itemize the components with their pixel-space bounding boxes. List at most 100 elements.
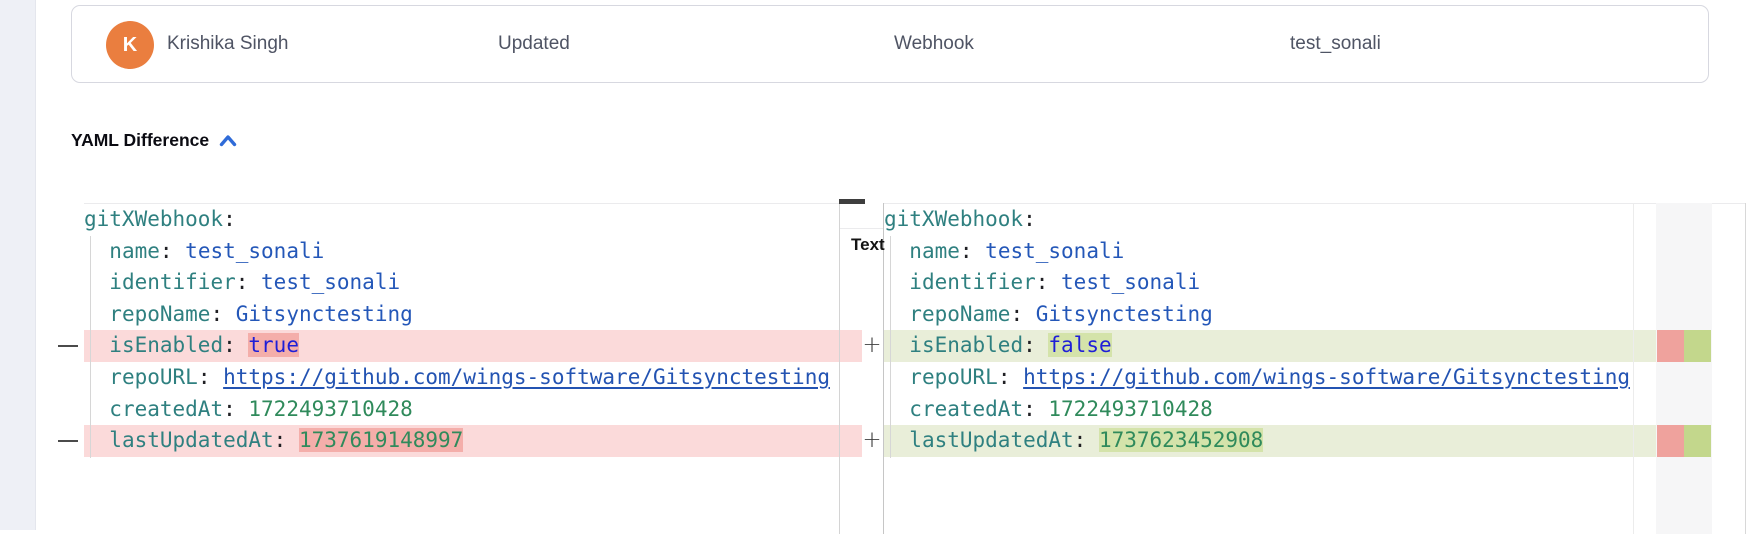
removed-line-marker [58,440,78,442]
code-token: 1722493710428 [248,397,412,421]
yaml-diff-viewer: gitXWebhook: name: test_sonali identifie… [0,204,1749,530]
code-token [84,333,109,357]
removed-line-marker-gutter [56,204,82,530]
diff-pane-original[interactable]: gitXWebhook: name: test_sonali identifie… [84,204,862,530]
overview-added-block [1684,425,1711,457]
code-line[interactable]: gitXWebhook: [84,204,862,236]
code-line[interactable]: name: test_sonali [884,236,1656,268]
diff-mode-label[interactable]: Text [851,235,885,255]
code-token [84,302,109,326]
diff-pane-modified[interactable]: gitXWebhook: name: test_sonali identifie… [884,204,1656,530]
yaml-difference-title: YAML Difference [71,130,209,151]
code-token: false [1048,333,1111,357]
code-token: identifier [109,270,235,294]
code-line[interactable]: createdAt: 1722493710428 [884,394,1656,426]
code-token: Gitsynctesting [236,302,413,326]
code-token: 1722493710428 [1048,397,1212,421]
code-token [84,428,109,452]
code-token: repoURL [109,365,198,389]
code-line[interactable]: gitXWebhook: [884,204,1656,236]
overview-removed-block [1657,425,1684,457]
code-token: repoName [909,302,1010,326]
code-token: : [223,397,248,421]
diff-splitter[interactable] [839,203,840,534]
code-token: lastUpdatedAt [909,428,1073,452]
code-line[interactable]: lastUpdatedAt: 1737619148997 [84,425,862,457]
overview-ruler[interactable] [1656,203,1712,534]
code-token: : [960,239,985,263]
code-token: true [248,333,299,357]
code-token [84,397,109,421]
code-token: : [1036,270,1061,294]
code-token: 1737619148997 [299,428,463,452]
code-line[interactable]: name: test_sonali [84,236,862,268]
code-token [84,270,109,294]
code-token [884,270,909,294]
code-token: Gitsynctesting [1036,302,1213,326]
yaml-difference-header[interactable]: YAML Difference [71,130,237,151]
chevron-up-icon[interactable] [219,134,237,147]
code-token: isEnabled [909,333,1023,357]
repo-url-link[interactable]: https://github.com/wings-software/Gitsyn… [223,365,830,389]
code-token [884,397,909,421]
audit-resource-type: Webhook [894,33,974,55]
code-line[interactable]: identifier: test_sonali [84,267,862,299]
code-token: : [1023,333,1048,357]
code-token: : [210,302,235,326]
code-token [884,428,909,452]
code-token [884,365,909,389]
removed-line-marker [58,345,78,347]
code-line[interactable]: lastUpdatedAt: 1737623452908 [884,425,1656,457]
repo-url-link[interactable]: https://github.com/wings-software/Gitsyn… [1023,365,1630,389]
code-token: isEnabled [109,333,223,357]
code-token: test_sonali [185,239,324,263]
code-token: createdAt [109,397,223,421]
code-token: test_sonali [985,239,1124,263]
code-token: name [909,239,960,263]
code-line[interactable]: identifier: test_sonali [884,267,1656,299]
code-token: : [1010,302,1035,326]
code-token: createdAt [909,397,1023,421]
code-token: : [274,428,299,452]
audit-action: Updated [498,33,570,55]
code-line[interactable]: isEnabled: true [84,330,862,362]
scrollbar-track-border [1633,203,1634,534]
code-line[interactable]: repoName: Gitsynctesting [884,299,1656,331]
code-token: : [198,365,223,389]
indent-guide [890,236,891,458]
code-token: : [223,207,236,231]
code-token [884,333,909,357]
audit-resource-name: test_sonali [1290,33,1381,55]
code-line[interactable]: isEnabled: false [884,330,1656,362]
code-token [84,239,109,263]
code-token: test_sonali [1061,270,1200,294]
code-token: lastUpdatedAt [109,428,273,452]
code-token: : [1023,207,1036,231]
overview-removed-block [1657,330,1684,362]
code-token: : [223,333,248,357]
avatar: K [106,21,154,69]
code-token: identifier [909,270,1035,294]
added-line-marker: + [861,330,883,362]
code-line[interactable]: repoURL: https://github.com/wings-softwa… [84,362,862,394]
code-token [884,302,909,326]
code-token: : [1074,428,1099,452]
diff-right-border [1745,203,1746,534]
code-token: gitXWebhook [884,207,1023,231]
code-token [884,239,909,263]
code-token: name [109,239,160,263]
audit-yaml-diff-screen: K Krishika Singh Updated Webhook test_so… [0,0,1749,530]
code-token: : [236,270,261,294]
overview-added-block [1684,330,1711,362]
code-token: : [1023,397,1048,421]
code-token [84,365,109,389]
code-token: gitXWebhook [84,207,223,231]
code-line[interactable]: repoURL: https://github.com/wings-softwa… [884,362,1656,394]
added-line-marker: + [861,425,883,457]
code-line[interactable]: repoName: Gitsynctesting [84,299,862,331]
code-token: repoURL [909,365,998,389]
code-token: : [998,365,1023,389]
audit-log-row[interactable]: K Krishika Singh Updated Webhook test_so… [71,5,1709,83]
code-line[interactable]: createdAt: 1722493710428 [84,394,862,426]
code-token: repoName [109,302,210,326]
